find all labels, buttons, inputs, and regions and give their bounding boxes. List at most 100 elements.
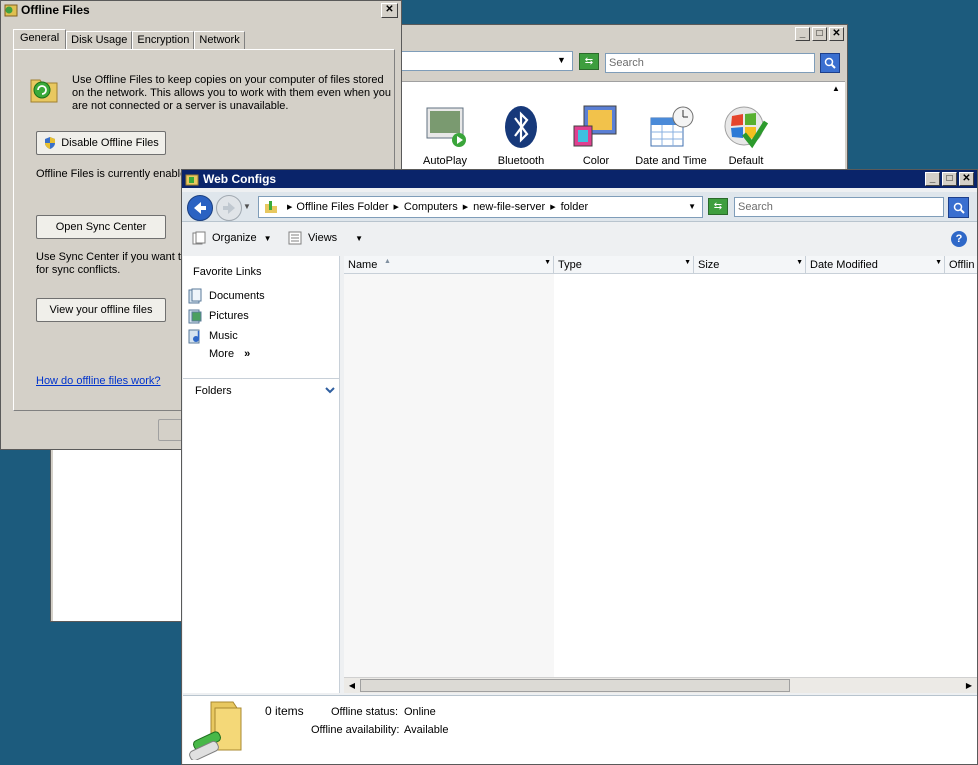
address-dropdown-icon[interactable]: ▼ (688, 202, 696, 211)
offline-availability-value: Available (404, 724, 449, 736)
refresh-button[interactable]: ⇆ (708, 198, 728, 215)
organize-icon (192, 231, 206, 245)
offline-files-icon (4, 4, 18, 17)
chevron-right-icon[interactable]: ▶ (394, 203, 399, 211)
color-management-icon (573, 105, 617, 147)
back-arrow-icon (194, 202, 206, 214)
dropdown-arrow-icon[interactable]: ▼ (557, 55, 566, 65)
column-dropdown-icon[interactable]: ▼ (935, 259, 942, 266)
sync-center-text: Use Sync Center if you want t for sync c… (36, 251, 181, 276)
breadcrumb-item[interactable]: Offline Files Folder (296, 201, 388, 213)
search-button[interactable] (820, 53, 840, 73)
history-dropdown-icon[interactable]: ▼ (243, 202, 251, 211)
search-button[interactable] (948, 197, 969, 218)
column-header-size[interactable]: Size ▼ (694, 256, 806, 273)
help-link[interactable]: How do offline files work? (36, 375, 161, 387)
close-button[interactable]: ✕ (829, 27, 844, 41)
chevron-right-icon[interactable]: ▶ (463, 203, 468, 211)
date-time-label: Date and Time (635, 155, 707, 167)
color-label: Color (582, 155, 610, 167)
view-offline-files-button[interactable]: View your offline files (36, 298, 166, 322)
tab-encryption[interactable]: Encryption (132, 31, 195, 49)
open-sync-center-button[interactable]: Open Sync Center (36, 215, 166, 239)
file-list[interactable]: Name ▲ ▼ Type ▼ Size ▼ Date Modified ▼ O… (344, 256, 977, 693)
back-button[interactable] (187, 195, 213, 221)
favorite-link-music[interactable]: Music (187, 328, 238, 344)
folder-sync-icon (30, 79, 58, 103)
column-header-offline[interactable]: Offlin (945, 256, 977, 273)
details-pane: 0 items Offline status: Online Offline a… (183, 695, 977, 764)
column-dropdown-icon[interactable]: ▼ (544, 259, 551, 266)
double-chevron-icon: » (244, 348, 251, 360)
offline-folder-large-icon (189, 701, 242, 760)
scrollbar-up-arrow[interactable]: ▲ (829, 84, 843, 98)
command-toolbar: Organize ▼ Views ▼ ? (182, 228, 977, 252)
breadcrumb-item[interactable]: new-file-server (473, 201, 545, 213)
column-dropdown-icon[interactable]: ▼ (684, 259, 691, 266)
chevron-down-icon (325, 387, 335, 394)
pictures-icon (188, 309, 202, 324)
refresh-button[interactable]: ⇆ (579, 53, 599, 70)
explorer-window: Web Configs _ □ ✕ ▼ ▶ Offline Files Fold… (181, 169, 978, 765)
breadcrumb-item[interactable]: folder (561, 201, 589, 213)
chevron-right-icon[interactable]: ▶ (287, 203, 292, 211)
search-input[interactable]: Search (605, 53, 815, 73)
control-panel-item[interactable]: Default (715, 104, 777, 167)
column-dropdown-icon[interactable]: ▼ (796, 259, 803, 266)
favorite-link-documents[interactable]: Documents (187, 288, 265, 304)
dropdown-arrow-icon: ▼ (355, 233, 364, 243)
search-input[interactable]: Search (734, 197, 944, 217)
column-header-date-modified[interactable]: Date Modified ▼ (806, 256, 945, 273)
search-icon (824, 57, 836, 69)
scrollbar-thumb[interactable] (360, 679, 790, 692)
help-button[interactable]: ? (951, 231, 967, 247)
column-header-name[interactable]: Name ▲ ▼ (344, 256, 554, 273)
bluetooth-label: Bluetooth (497, 155, 545, 167)
tab-network[interactable]: Network (194, 31, 245, 49)
control-panel-item[interactable]: Bluetooth (491, 104, 551, 167)
views-button[interactable]: Views ▼ (288, 231, 363, 245)
views-icon (288, 231, 302, 245)
maximize-button[interactable]: □ (812, 27, 827, 41)
disable-offline-files-button[interactable]: Disable Offline Files (36, 131, 166, 155)
close-button[interactable]: ✕ (959, 172, 974, 186)
calendar-clock-icon (650, 106, 694, 147)
scroll-right-arrow[interactable]: ▶ (961, 678, 977, 693)
column-header-type[interactable]: Type ▼ (554, 256, 694, 273)
status-text: Offline Files is currently enable (36, 168, 182, 180)
control-panel-item[interactable]: Date and Time (629, 104, 713, 167)
more-links[interactable]: More » (209, 348, 250, 360)
breadcrumb-item[interactable]: Computers (404, 201, 458, 213)
close-button[interactable]: ✕ (381, 2, 398, 18)
music-icon (188, 329, 200, 344)
folders-section[interactable]: Folders (183, 378, 339, 402)
autoplay-icon (426, 107, 466, 147)
folder-icon (185, 174, 199, 186)
documents-icon (188, 288, 202, 304)
minimize-button[interactable]: _ (925, 172, 940, 186)
favorite-link-pictures[interactable]: Pictures (187, 308, 249, 324)
organize-button[interactable]: Organize ▼ (192, 231, 272, 245)
minimize-button[interactable]: _ (795, 27, 810, 41)
control-panel-item[interactable]: Color (566, 104, 626, 167)
control-panel-item[interactable]: AutoPlay (415, 104, 475, 167)
offline-files-titlebar: Offline Files ✕ (1, 1, 401, 19)
chevron-right-icon[interactable]: ▶ (550, 203, 555, 211)
address-bar[interactable]: ▶ Offline Files Folder ▶ Computers ▶ new… (258, 196, 703, 218)
explorer-titlebar: Web Configs _ □ ✕ (182, 170, 977, 188)
tab-general[interactable]: General (13, 29, 67, 50)
forward-button[interactable] (216, 195, 242, 221)
horizontal-scrollbar[interactable]: ◀ ▶ (344, 677, 977, 693)
tab-disk-usage[interactable]: Disk Usage (66, 31, 133, 49)
maximize-button[interactable]: □ (942, 172, 957, 186)
item-count: 0 items (265, 704, 304, 718)
default-programs-icon (724, 106, 769, 149)
scroll-left-arrow[interactable]: ◀ (344, 678, 360, 693)
offline-status-value: Online (404, 706, 436, 718)
sort-ascending-icon: ▲ (384, 258, 391, 265)
default-label: Default (728, 155, 764, 167)
dropdown-arrow-icon: ▼ (263, 233, 272, 243)
search-icon (953, 202, 965, 214)
offline-status-label: Offline status: (331, 706, 399, 718)
offline-availability-label: Offline availability: (311, 724, 400, 736)
